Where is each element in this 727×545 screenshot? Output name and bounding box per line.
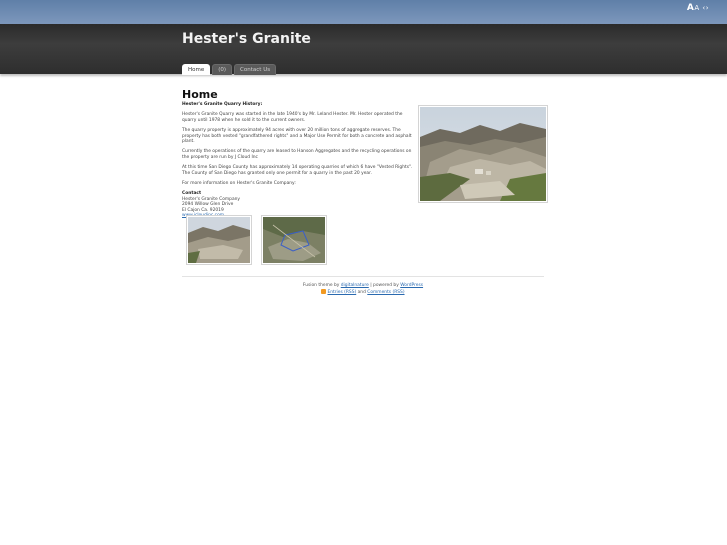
history-heading: Hester's Granite Quarry History: [182,102,263,107]
tab-comments[interactable]: (0) [212,64,233,75]
main-nav: Home (0) Contact Us [182,64,277,75]
paragraph-history: Hester's Granite Quarry was started in t… [182,112,403,123]
paragraph-operations: Currently the operations of the quarry a… [182,149,412,160]
content-area: Home [182,88,544,101]
theme-author-link[interactable]: digitalnature [341,283,369,288]
footer-and-text: and [357,290,366,295]
quarry-photo-image [420,107,546,201]
rss-icon [321,289,327,294]
post-body: Hester's Granite Quarry History: Hester'… [182,102,416,219]
gallery-thumbnail-quarry[interactable] [186,215,252,265]
site-header [0,24,727,74]
paragraph-property: The quarry property is approximately 94 … [182,128,412,145]
paragraph-county: At this time San Diego County has approx… [182,165,413,176]
thumbnail-map-image [263,217,325,263]
thumbnail-quarry-image [188,217,250,263]
entries-rss-link[interactable]: Entries (RSS) [327,290,356,295]
footer-divider [182,276,544,277]
tab-contact-us[interactable]: Contact Us [234,64,277,75]
platform-link[interactable]: WordPress [400,283,423,288]
site-title[interactable]: Hester's Granite [182,31,311,47]
site-footer: Fusion theme by digitalnature | powered … [182,283,544,296]
tab-home[interactable]: Home [182,64,211,75]
page-title: Home [182,88,218,101]
paragraph-more-info: For more information on Hester's Granite… [182,181,296,187]
footer-theme-text: Fusion theme by [302,283,340,288]
quarry-photo [418,105,548,203]
font-size-small-icon[interactable]: A [694,4,699,12]
gallery-thumbnail-map[interactable] [261,215,327,265]
font-size-arrows-icon[interactable]: ‹› [702,4,709,12]
comments-rss-link[interactable]: Comments (RSS) [367,290,404,295]
top-bar: AA ‹› [0,0,727,24]
footer-powered-text: | powered by [370,283,399,288]
font-size-controls[interactable]: AA ‹› [687,3,709,13]
footer-feeds: Entries (RSS) and Comments (RSS) [182,289,544,296]
